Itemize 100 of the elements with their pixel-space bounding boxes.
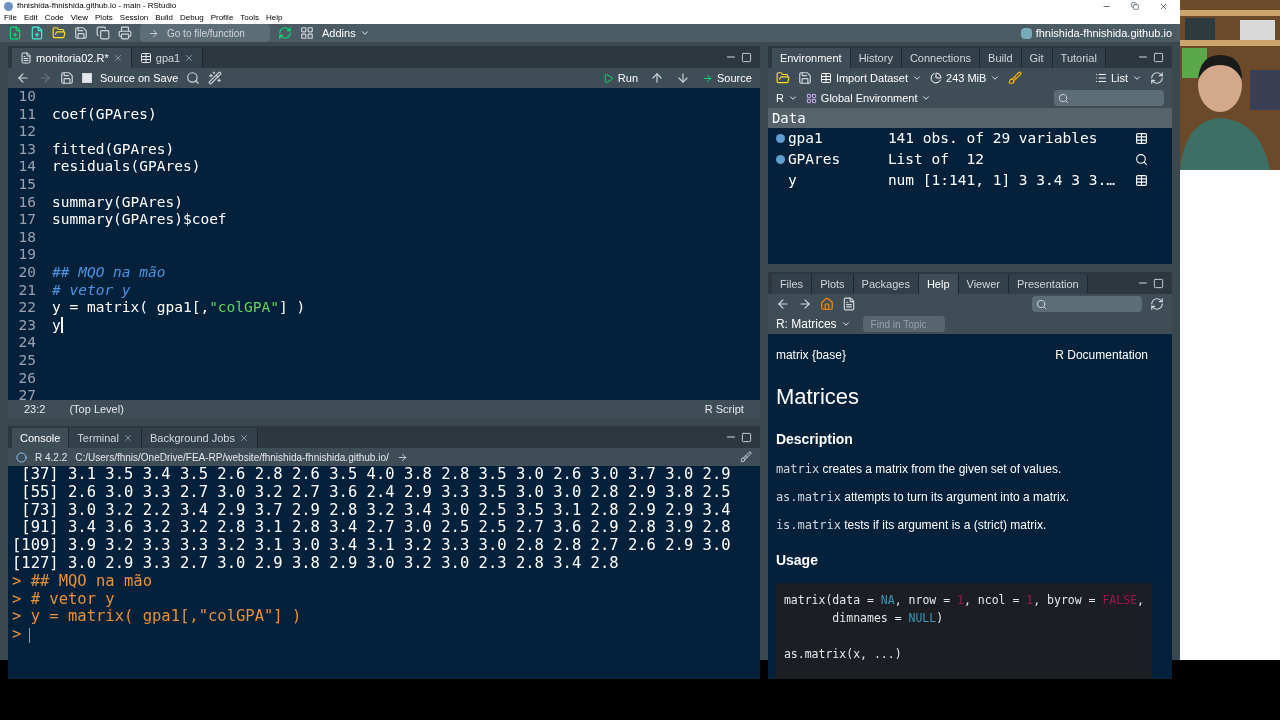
refresh-icon[interactable] (1150, 71, 1164, 85)
tab[interactable]: Connections (901, 48, 981, 68)
expand-icon[interactable] (775, 155, 785, 164)
table-icon[interactable] (139, 52, 152, 64)
tab[interactable]: Background Jobs (141, 428, 258, 448)
menu-item[interactable]: Profile (210, 12, 234, 24)
menu-item[interactable]: Edit (23, 12, 38, 24)
close-icon[interactable] (184, 53, 195, 63)
code-token: y = matrix( gpa1[, (52, 299, 210, 317)
tab[interactable]: Viewer (958, 274, 1009, 294)
save-icon[interactable] (797, 71, 812, 85)
file-type-selector[interactable]: R Script (704, 400, 744, 418)
tab[interactable]: Git (1021, 48, 1053, 68)
console-command: > y = matrix( gpa1[,"colGPA"] ) (12, 608, 302, 627)
print-icon[interactable] (118, 26, 132, 40)
line-number: 19 (17, 246, 37, 264)
topic-button[interactable]: R: Matrices (775, 315, 851, 333)
expand-icon[interactable] (775, 134, 785, 143)
close-icon[interactable] (238, 433, 249, 443)
close-icon[interactable] (122, 433, 133, 443)
save-icon[interactable] (60, 71, 74, 85)
run-button[interactable]: Run (602, 69, 639, 87)
code-token: summary(GPAres) (52, 193, 183, 212)
menu-item[interactable]: Session (119, 12, 149, 24)
code-token: NULL (908, 611, 937, 625)
tab[interactable]: gpa1 (131, 48, 204, 68)
folder-icon[interactable] (775, 71, 790, 85)
home-icon[interactable] (819, 297, 834, 311)
console-output: [37] 3.1 3.5 3.4 3.5 2.6 2.8 2.6 3.5 4.0 3.8 2.8 3.5 3.0 2.6 3.0 3.7 3.0 2.9 (20, 466, 731, 484)
forward-icon[interactable] (797, 297, 812, 311)
menu-item[interactable]: Tools (240, 12, 260, 24)
code-token: summary(GPAres)$coef (52, 211, 227, 229)
source-button[interactable]: Source (702, 69, 752, 87)
save-all-icon[interactable] (96, 26, 110, 40)
console-output: [73] 3.0 3.2 2.2 3.4 2.9 3.7 2.9 2.8 3.2 3.4 3.0 2.5 3.5 3.1 2.8 2.9 2.9 3.4 (20, 501, 731, 520)
new-project-icon[interactable] (30, 26, 44, 40)
wand-icon[interactable] (208, 71, 223, 85)
tab[interactable]: Environment (771, 48, 851, 68)
search-field[interactable] (1032, 296, 1142, 312)
play-icon (602, 72, 614, 84)
back-icon[interactable] (775, 297, 790, 311)
section-heading: Usage (775, 551, 819, 570)
line-number: 15 (17, 175, 37, 194)
go-icon[interactable] (396, 451, 408, 463)
source-on-save-checkbox[interactable] (82, 73, 92, 83)
back-icon[interactable] (16, 71, 30, 85)
menu-item[interactable]: Code (44, 12, 64, 24)
code-token: ## MQO na mão (52, 263, 166, 282)
menu-item[interactable]: Help (266, 12, 283, 24)
menu-item[interactable]: Debug (180, 12, 204, 24)
section-heading: Description (775, 430, 854, 449)
variable-name: GPAres (787, 149, 842, 169)
new-file-icon[interactable] (8, 26, 22, 40)
tab[interactable]: Presentation (1008, 274, 1088, 294)
tab[interactable]: Tutorial (1052, 48, 1106, 68)
view-mode-button[interactable]: List (1094, 69, 1142, 87)
close-icon[interactable] (1159, 1, 1168, 11)
scope-selector[interactable]: (Top Level) (69, 400, 124, 418)
language-button[interactable]: R (775, 89, 798, 107)
search-icon[interactable] (1135, 153, 1148, 166)
maximize-icon[interactable] (1153, 51, 1164, 63)
project-button[interactable]: fhnishida-fhnishida.github.io (1035, 24, 1172, 42)
menu-item[interactable]: File (4, 12, 17, 24)
r-file-icon[interactable] (20, 52, 32, 64)
import-dataset-button[interactable]: Import Dataset (819, 69, 923, 87)
addins-button[interactable]: Addins (322, 24, 370, 42)
memory-button[interactable]: 243 MiB (930, 69, 1001, 87)
menu-item[interactable]: Build (155, 12, 174, 24)
document-icon[interactable] (841, 297, 856, 311)
broom-icon[interactable] (1008, 71, 1023, 85)
tab[interactable]: Files (771, 274, 813, 294)
refresh-icon[interactable] (1150, 297, 1164, 311)
close-icon[interactable] (112, 53, 123, 63)
tab[interactable]: Help (918, 274, 959, 294)
layout-icon[interactable] (300, 26, 314, 40)
maximize-icon[interactable] (1153, 277, 1164, 289)
tab[interactable]: monitoria02.R* (12, 48, 132, 68)
tab[interactable]: Console (12, 428, 70, 448)
up-arrow-icon[interactable] (650, 71, 665, 85)
save-icon[interactable] (74, 26, 88, 40)
restore-icon[interactable] (1131, 1, 1139, 10)
tab[interactable]: Build (980, 48, 1022, 68)
line-number: 13 (17, 140, 37, 159)
maximize-icon[interactable] (740, 51, 752, 63)
tab[interactable]: Terminal (69, 428, 142, 448)
dropdown-caret-icon (921, 93, 932, 103)
folder-icon[interactable] (52, 26, 66, 40)
menu-item[interactable]: Plots (95, 12, 113, 24)
variable-name: y (787, 170, 798, 190)
goto-field[interactable]: Go to file/function (140, 24, 270, 42)
line-number: 20 (17, 263, 37, 282)
maximize-icon[interactable] (740, 431, 752, 443)
tab[interactable]: History (850, 48, 902, 68)
tab[interactable]: Packages (853, 274, 919, 294)
scope-button[interactable]: Global Environment (805, 89, 932, 107)
menu-item[interactable]: View (70, 12, 88, 24)
line-number: 22 (17, 299, 37, 317)
search-field[interactable] (1054, 90, 1164, 106)
broom-icon[interactable] (739, 451, 752, 463)
tab[interactable]: Plots (812, 274, 854, 294)
